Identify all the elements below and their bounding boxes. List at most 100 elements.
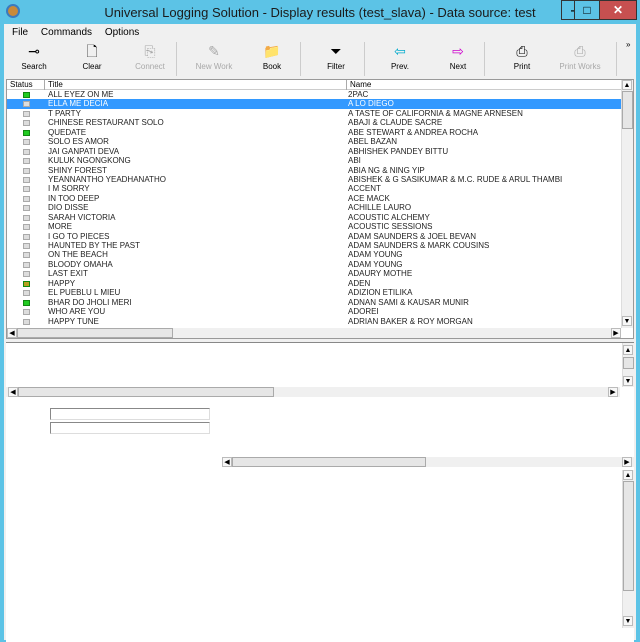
- scroll-thumb[interactable]: [18, 387, 274, 397]
- toolbar-separator: [300, 42, 301, 76]
- table-row[interactable]: KULUK NGONGKONG ABI: [7, 156, 621, 165]
- table-row[interactable]: SARAH VICTORIA ACOUSTIC ALCHEMY: [7, 213, 621, 222]
- row-title: KULUK NGONGKONG: [48, 156, 131, 166]
- row-name: ABHISHEK PANDEY BITTU: [348, 146, 449, 156]
- status-icon: [23, 195, 30, 202]
- scroll-left-icon[interactable]: ◀: [222, 457, 232, 467]
- table-row[interactable]: CHINESE RESTAURANT SOLO ABAJI & CLAUDE SA…: [7, 118, 621, 127]
- table-row[interactable]: ELLA ME DECIA A LO DIEGO: [7, 99, 621, 109]
- menu-file[interactable]: File: [12, 27, 28, 38]
- list-horizontal-scrollbar[interactable]: ◀ ▶: [7, 328, 621, 338]
- prev-button[interactable]: ⇦ Prev.: [372, 40, 428, 78]
- table-row[interactable]: YEANNANTHO YEADHANATHO ABISHEK & G SASIKU…: [7, 175, 621, 184]
- table-row[interactable]: I M SORRY ACCENT: [7, 184, 621, 193]
- scroll-thumb[interactable]: [232, 457, 426, 467]
- scroll-right-icon[interactable]: ▶: [611, 328, 621, 338]
- table-row[interactable]: ON THE BEACH ADAM YOUNG: [7, 250, 621, 259]
- table-row[interactable]: BLOODY OMAHA ADAM YOUNG: [7, 260, 621, 269]
- search-icon: ⊸: [28, 43, 40, 59]
- row-title: QUEDATE: [48, 127, 87, 137]
- row-name: ADAM YOUNG: [348, 259, 403, 269]
- table-row[interactable]: BHAR DO JHOLI MERI ADNAN SAMI & KAUSAR MU…: [7, 298, 621, 307]
- table-row[interactable]: WHO ARE YOU ADOREI: [7, 307, 621, 316]
- status-icon: [23, 101, 30, 108]
- toolbar-overflow-icon[interactable]: »: [626, 40, 630, 49]
- row-title: I GO TO PIECES: [48, 231, 110, 241]
- row-name: ACE MACK: [348, 193, 390, 203]
- detail-vertical-scrollbar[interactable]: ▲ ▼: [622, 343, 634, 387]
- row-title: SHINY FOREST: [48, 165, 107, 175]
- table-row[interactable]: HAUNTED BY THE PAST ADAM SAUNDERS & MARK …: [7, 241, 621, 250]
- scroll-down-icon[interactable]: ▼: [623, 376, 633, 386]
- toolbar-separator: [364, 42, 365, 76]
- column-status[interactable]: Status: [7, 80, 45, 90]
- table-row[interactable]: LAST EXIT ADAURY MOTHE: [7, 269, 621, 278]
- scroll-up-icon[interactable]: ▲: [623, 470, 633, 480]
- filter-button[interactable]: ⏷ Filter: [308, 40, 364, 78]
- table-row[interactable]: MORE ACOUSTIC SESSIONS: [7, 222, 621, 231]
- row-name: ABEL BAZAN: [348, 137, 398, 147]
- status-icon: [23, 139, 30, 146]
- column-name[interactable]: Name: [347, 80, 621, 90]
- status-icon: [23, 158, 30, 165]
- scroll-left-icon[interactable]: ◀: [7, 328, 17, 338]
- table-row[interactable]: JAI GANPATI DEVA ABHISHEK PANDEY BITTU: [7, 147, 621, 156]
- new-work-icon: ✎: [208, 43, 220, 59]
- maximize-button[interactable]: □: [574, 0, 600, 20]
- scroll-thumb[interactable]: [622, 91, 633, 129]
- search-button[interactable]: ⊸ Search: [6, 40, 62, 78]
- text-field-2[interactable]: [50, 422, 210, 434]
- scroll-down-icon[interactable]: ▼: [623, 616, 633, 626]
- lower-vertical-scrollbar[interactable]: ▲ ▼: [622, 470, 634, 628]
- scroll-left-icon[interactable]: ◀: [8, 387, 18, 397]
- table-row[interactable]: EL PUEBLU L MIEU ADIZION ETILIKA: [7, 288, 621, 297]
- row-title: BLOODY OMAHA: [48, 259, 113, 269]
- menu-options[interactable]: Options: [105, 27, 139, 38]
- status-icon: [23, 129, 30, 136]
- table-row[interactable]: HAPPY TUNE ADRIAN BAKER & ROY MORGAN: [7, 317, 621, 326]
- row-title: YEANNANTHO YEADHANATHO: [48, 174, 166, 184]
- text-field-1[interactable]: [50, 408, 210, 420]
- scroll-right-icon[interactable]: ▶: [622, 457, 632, 467]
- lower-horizontal-scrollbar[interactable]: ◀ ▶: [222, 457, 634, 467]
- scroll-thumb[interactable]: [623, 357, 634, 369]
- list-vertical-scrollbar[interactable]: ▲ ▼: [621, 80, 633, 328]
- new-work-button[interactable]: ✎ New Work: [186, 40, 242, 78]
- column-title[interactable]: Title: [45, 80, 347, 90]
- table-row[interactable]: DIO DISSE ACHILLE LAURO: [7, 203, 621, 212]
- table-row[interactable]: I GO TO PIECES ADAM SAUNDERS & JOEL BEVAN: [7, 232, 621, 241]
- row-name: ACOUSTIC SESSIONS: [348, 222, 433, 232]
- table-row[interactable]: HAPPY ADEN: [7, 279, 621, 288]
- next-button[interactable]: ⇨ Next: [430, 40, 486, 78]
- row-title: SARAH VICTORIA: [48, 212, 116, 222]
- book-folder-icon: 📁: [263, 43, 281, 59]
- clear-button[interactable]: 🗋 Clear: [64, 40, 120, 78]
- print-works-icon: ⎙: [574, 43, 586, 59]
- connect-button[interactable]: ⎘ Connect: [122, 40, 178, 78]
- scroll-right-icon[interactable]: ▶: [608, 387, 618, 397]
- scroll-up-icon[interactable]: ▲: [623, 345, 633, 355]
- button-label: Print: [513, 62, 531, 71]
- detail-horizontal-scrollbar[interactable]: ◀ ▶: [6, 387, 620, 397]
- close-button[interactable]: ✕: [599, 0, 637, 20]
- button-label: Prev.: [390, 62, 410, 71]
- status-icon: [23, 176, 30, 183]
- book-button[interactable]: 📁 Book: [244, 40, 300, 78]
- scroll-thumb[interactable]: [17, 328, 173, 338]
- button-label: Connect: [135, 62, 165, 71]
- table-row[interactable]: ALL EYEZ ON ME 2PAC: [7, 90, 621, 99]
- results-list[interactable]: Status Title Name ALL EYEZ ON ME 2PAC ELLA…: [6, 79, 634, 339]
- print-works-button[interactable]: ⎙ Print Works: [552, 40, 608, 78]
- status-icon: [23, 309, 30, 316]
- table-row[interactable]: SHINY FOREST ABIA NG & NING YIP: [7, 166, 621, 175]
- print-button[interactable]: ⎙ Print: [494, 40, 550, 78]
- scroll-thumb[interactable]: [623, 481, 634, 591]
- table-row[interactable]: QUEDATE ABE STEWART & ANDREA ROCHA: [7, 128, 621, 137]
- row-title: I M SORRY: [48, 184, 90, 194]
- scroll-down-icon[interactable]: ▼: [622, 316, 632, 326]
- table-row[interactable]: SOLO ES AMOR ABEL BAZAN: [7, 137, 621, 146]
- table-row[interactable]: T PARTY A TASTE OF CALIFORNIA & MAGNE ARN…: [7, 109, 621, 118]
- menu-commands[interactable]: Commands: [41, 27, 92, 38]
- scroll-up-icon[interactable]: ▲: [622, 80, 632, 90]
- table-row[interactable]: IN TOO DEEP ACE MACK: [7, 194, 621, 203]
